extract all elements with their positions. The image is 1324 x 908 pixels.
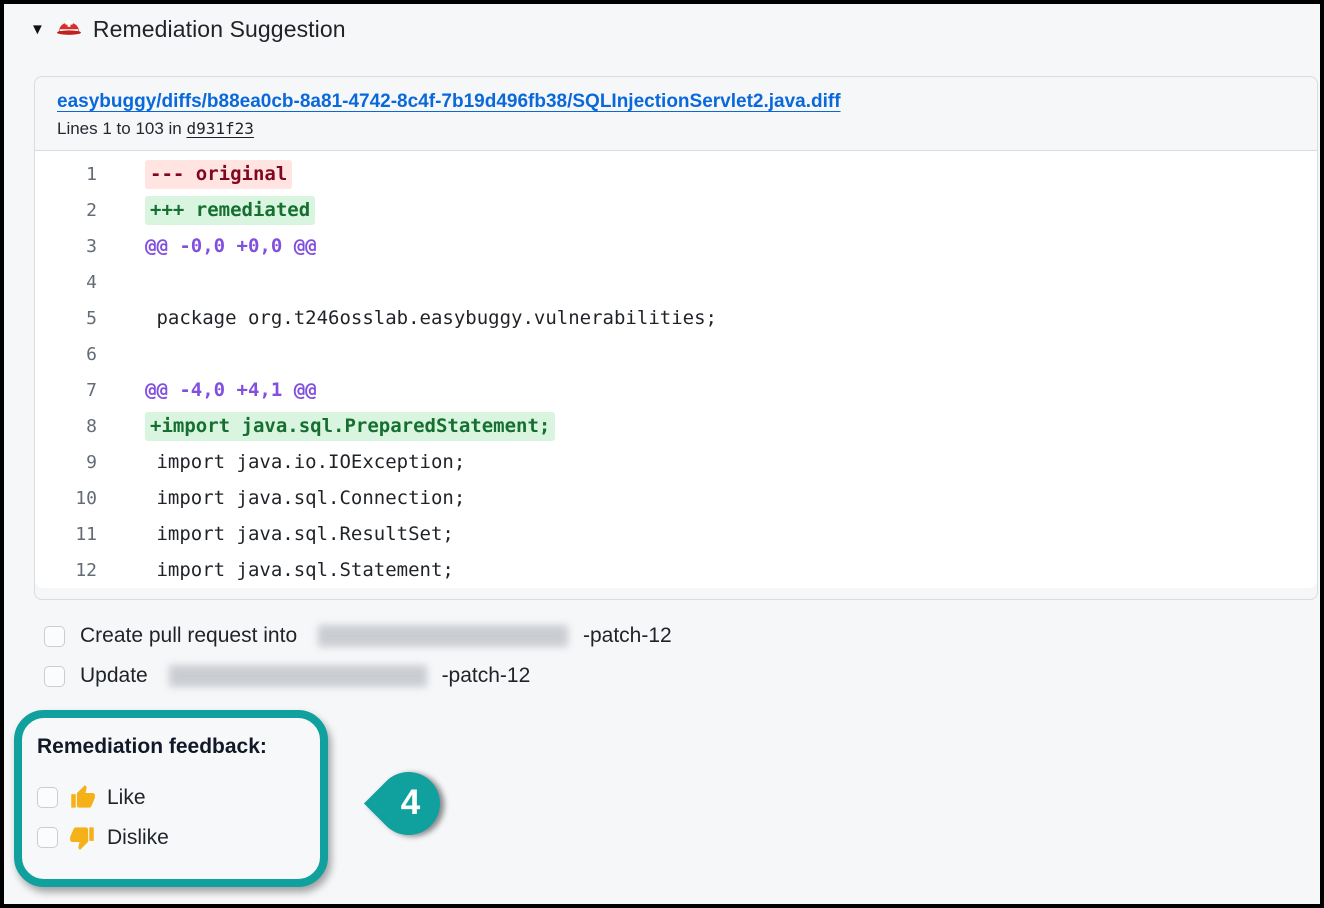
feedback-option-label: Like (107, 786, 146, 810)
section-header: ▼ Remediation Suggestion (30, 15, 346, 43)
line-number: 11 (35, 524, 97, 545)
feedback-callout: Remediation feedback: Like Dislike (14, 710, 328, 887)
feedback-options: Like Dislike (37, 784, 305, 851)
code-text: @@ -4,0 +4,1 @@ (97, 379, 317, 401)
line-number: 12 (35, 560, 97, 581)
lines-info: Lines 1 to 103 in d931f23 (57, 119, 1295, 139)
commit-link[interactable]: d931f23 (187, 119, 254, 138)
line-number: 4 (35, 272, 97, 293)
page-title: Remediation Suggestion (93, 16, 346, 43)
line-number: 8 (35, 416, 97, 437)
lines-info-text: Lines 1 to 103 in (57, 119, 182, 138)
screenshot-frame: ▼ Remediation Suggestion easybuggy/diffs… (0, 0, 1324, 908)
feedback-option-like: Like (37, 784, 305, 811)
code-line-4: 4 (35, 264, 1317, 300)
code-text: import java.sql.Statement; (97, 559, 454, 581)
feedback-option-dislike: Dislike (37, 824, 305, 851)
code-line-10: 10 import java.sql.Connection; (35, 480, 1317, 516)
line-number: 2 (35, 200, 97, 221)
code-text: import java.sql.Connection; (97, 487, 465, 509)
code-text: import java.sql.ResultSet; (97, 523, 454, 545)
diff-code-viewer: 1--- original2+++ remediated3@@ -0,0 +0,… (35, 150, 1317, 588)
callout-pin-icon: 4 (364, 759, 453, 848)
code-line-11: 11 import java.sql.ResultSet; (35, 516, 1317, 552)
diff-file-link[interactable]: easybuggy/diffs/b88ea0cb-8a81-4742-8c4f-… (57, 91, 841, 112)
create-pull-request-checkbox-row: Create pull request into -patch-12 (44, 624, 672, 648)
thumbs-up-icon (69, 784, 96, 811)
line-number: 10 (35, 488, 97, 509)
action-label: Update (80, 664, 154, 688)
code-line-3: 3@@ -0,0 +0,0 @@ (35, 228, 1317, 264)
action-label-suffix: -patch-12 (442, 664, 531, 688)
feedback-option-label: Dislike (107, 826, 169, 850)
diff-card-header: easybuggy/diffs/b88ea0cb-8a81-4742-8c4f-… (35, 77, 1317, 150)
code-text: @@ -0,0 +0,0 @@ (97, 235, 317, 257)
line-number: 9 (35, 452, 97, 473)
collapse-toggle-icon[interactable]: ▼ (30, 22, 45, 37)
code-text: --- original (97, 163, 292, 185)
code-line-1: 1--- original (35, 156, 1317, 192)
like-checkbox[interactable] (37, 787, 58, 808)
code-text: package org.t246osslab.easybuggy.vulnera… (97, 307, 717, 329)
code-text: +import java.sql.PreparedStatement; (97, 415, 555, 437)
line-number: 1 (35, 164, 97, 185)
line-number: 3 (35, 236, 97, 257)
update-branch-checkbox[interactable] (44, 666, 65, 687)
create-pull-request-checkbox[interactable] (44, 626, 65, 647)
update-branch-checkbox-row: Update -patch-12 (44, 664, 672, 688)
action-label: Create pull request into (80, 624, 303, 648)
dislike-checkbox[interactable] (37, 827, 58, 848)
code-line-5: 5 package org.t246osslab.easybuggy.vulne… (35, 300, 1317, 336)
code-line-6: 6 (35, 336, 1317, 372)
code-line-12: 12 import java.sql.Statement; (35, 552, 1317, 588)
step-marker-number: 4 (379, 771, 442, 834)
line-number: 6 (35, 344, 97, 365)
code-text: +++ remediated (97, 199, 315, 221)
code-line-7: 7@@ -4,0 +4,1 @@ (35, 372, 1317, 408)
redacted-branch-name (318, 625, 568, 647)
line-number: 5 (35, 308, 97, 329)
code-line-9: 9 import java.io.IOException; (35, 444, 1317, 480)
thumbs-down-icon (69, 824, 96, 851)
redacted-branch-name (169, 665, 427, 687)
step-marker-4: 4 (377, 772, 440, 835)
rescue-helmet-icon (55, 15, 83, 43)
diff-card: easybuggy/diffs/b88ea0cb-8a81-4742-8c4f-… (34, 76, 1318, 600)
feedback-title: Remediation feedback: (37, 735, 305, 759)
code-line-2: 2+++ remediated (35, 192, 1317, 228)
action-label-suffix: -patch-12 (583, 624, 672, 648)
code-text: import java.io.IOException; (97, 451, 465, 473)
code-line-8: 8+import java.sql.PreparedStatement; (35, 408, 1317, 444)
action-checkbox-list: Create pull request into -patch-12Update… (44, 624, 672, 688)
line-number: 7 (35, 380, 97, 401)
